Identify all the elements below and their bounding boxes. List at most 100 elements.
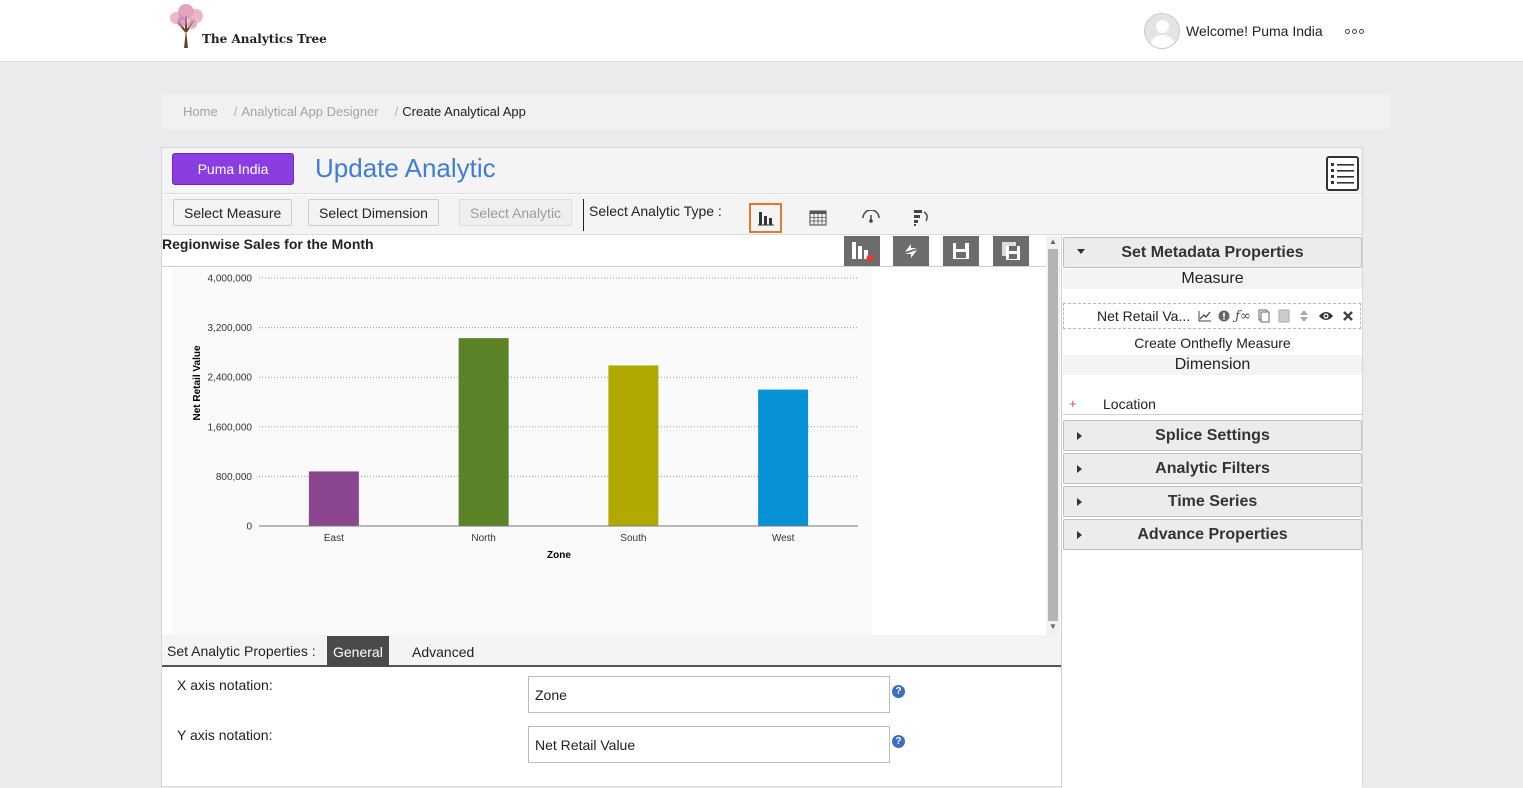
y-axis-notation-label: Y axis notation: (177, 727, 273, 743)
save-as-button[interactable] (993, 236, 1029, 266)
y-tick-label: 0 (246, 522, 252, 533)
select-measure-button[interactable]: Select Measure (173, 199, 293, 226)
dimension-name: Location (1103, 396, 1156, 412)
refresh-button[interactable] (893, 236, 929, 266)
table-icon (809, 210, 826, 226)
analytic-filters-header[interactable]: Analytic Filters (1063, 453, 1362, 484)
more-options-icon[interactable] (1344, 28, 1364, 34)
splice-settings-header[interactable]: Splice Settings (1063, 420, 1362, 451)
time-series-header[interactable]: Time Series (1063, 486, 1362, 517)
save-as-icon (1002, 242, 1020, 260)
breadcrumb-separator: / (394, 104, 399, 119)
refresh-icon (905, 244, 917, 258)
scroll-down-arrow[interactable]: ▼ (1049, 622, 1057, 631)
plus-icon[interactable]: + (1069, 396, 1077, 411)
gauge-type-button[interactable] (854, 203, 887, 233)
tab-advanced[interactable]: Advanced (406, 636, 480, 667)
save-icon (953, 243, 969, 259)
logo-text: The Analytics Tree (202, 32, 327, 46)
caret-down-icon (1077, 249, 1085, 254)
y-tick-label: 2,400,000 (208, 373, 253, 384)
y-tick-label: 1,600,000 (208, 422, 253, 433)
eye-icon[interactable] (1318, 307, 1334, 325)
breadcrumb-separator: / (233, 104, 238, 119)
bar-west[interactable] (758, 389, 809, 526)
copy-icon[interactable] (1256, 307, 1272, 325)
metadata-properties-header[interactable]: Set Metadata Properties (1063, 237, 1362, 268)
bar-south[interactable] (608, 365, 659, 526)
advance-properties-label: Advance Properties (1137, 525, 1288, 543)
analytic-type-label: Select Analytic Type : (589, 203, 722, 219)
breadcrumb-designer[interactable]: Analytical App Designer (241, 104, 378, 119)
select-dimension-button[interactable]: Select Dimension (308, 199, 439, 226)
select-analytic-button[interactable]: Select Analytic (459, 199, 573, 226)
y-tick-label: 3,200,000 (208, 323, 253, 334)
chart-title: Regionwise Sales for the Month (162, 236, 374, 252)
analytic-panel: Puma India Update Analytic Select Measur… (161, 147, 1363, 788)
breadcrumb-current: Create Analytical App (402, 104, 526, 119)
advance-properties-header[interactable]: Advance Properties (1063, 519, 1362, 550)
caret-right-icon (1077, 498, 1082, 506)
y-axis-notation-input[interactable] (528, 726, 890, 763)
x-axis-notation-label: X axis notation: (177, 677, 273, 693)
sort-icon[interactable] (1296, 307, 1312, 325)
bar-chart-type-button[interactable] (749, 203, 782, 233)
bar-chart-icon (757, 212, 774, 226)
y-tick-label: 800,000 (216, 472, 253, 483)
properties-label: Set Analytic Properties : (167, 643, 316, 659)
company-button[interactable]: Puma India (172, 153, 294, 185)
top-bar: The Analytics Tree Welcome! Puma India (0, 0, 1523, 62)
bar-east[interactable] (308, 471, 359, 526)
table-type-button[interactable] (801, 203, 834, 233)
formula-icon[interactable]: ƒ∞ (1235, 307, 1251, 325)
info-icon[interactable] (1216, 307, 1232, 325)
funnel-icon (913, 210, 928, 226)
bar-north[interactable] (458, 338, 509, 526)
avatar[interactable] (1144, 13, 1180, 49)
caret-right-icon (1077, 465, 1082, 473)
chart-scrollbar[interactable]: ▲ ▼ (1046, 236, 1060, 635)
x-tick-label: South (620, 533, 646, 544)
dimension-heading: Dimension (1063, 355, 1362, 375)
list-menu-button[interactable] (1326, 156, 1359, 191)
splice-settings-label: Splice Settings (1155, 426, 1270, 444)
caret-right-icon (1077, 432, 1082, 440)
gauge-icon (861, 210, 880, 223)
x-axis-notation-input[interactable] (528, 676, 890, 713)
caret-right-icon (1077, 531, 1082, 539)
toolbar-divider (583, 199, 584, 231)
metadata-properties-label: Set Metadata Properties (1121, 243, 1304, 261)
toolbar: Select Measure Select Dimension Select A… (162, 195, 1362, 235)
chart-settings-icon (852, 242, 874, 262)
bar-chart: 0 800,000 1,600,000 2,400,000 3,200,000 4,000… (172, 268, 872, 636)
dimension-item[interactable]: + Location (1063, 395, 1362, 415)
measure-name: Net Retail Va... (1097, 308, 1191, 324)
y-axis-label: Net Retail Value (192, 345, 203, 420)
measure-item[interactable]: Net Retail Va... ƒ∞ (1063, 303, 1361, 329)
list-icon (1331, 163, 1354, 184)
chart-area: Regionwise Sales for the Month 0 800,000… (162, 236, 1060, 636)
measure-heading: Measure (1063, 269, 1362, 289)
x-tick-label: East (324, 533, 344, 544)
welcome-text: Welcome! Puma India (1186, 23, 1323, 39)
analytic-filters-label: Analytic Filters (1155, 459, 1270, 477)
remove-icon[interactable] (1340, 307, 1356, 325)
create-onthefly-measure-link[interactable]: Create Onthefly Measure (1063, 332, 1362, 353)
x-tick-label: West (772, 533, 795, 544)
analytics-tree-logo[interactable]: The Analytics Tree (162, 2, 327, 50)
save-button[interactable] (943, 236, 979, 266)
funnel-type-button[interactable] (905, 203, 938, 233)
page-title: Update Analytic (315, 153, 496, 183)
scroll-up-arrow[interactable]: ▲ (1049, 237, 1057, 246)
user-menu[interactable]: Welcome! Puma India (1144, 13, 1364, 49)
y-axis-help-icon[interactable]: ? (892, 735, 905, 748)
x-axis-label: Zone (547, 550, 571, 561)
chart-options-button[interactable] (844, 236, 880, 266)
properties-bar: Set Analytic Properties : General Advanc… (162, 635, 1061, 667)
trend-chart-icon[interactable] (1197, 307, 1213, 325)
scrollbar-thumb[interactable] (1048, 249, 1058, 621)
document-icon[interactable] (1276, 307, 1292, 325)
breadcrumb-home[interactable]: Home (183, 104, 218, 119)
x-axis-help-icon[interactable]: ? (892, 685, 905, 698)
tab-general[interactable]: General (327, 636, 389, 667)
